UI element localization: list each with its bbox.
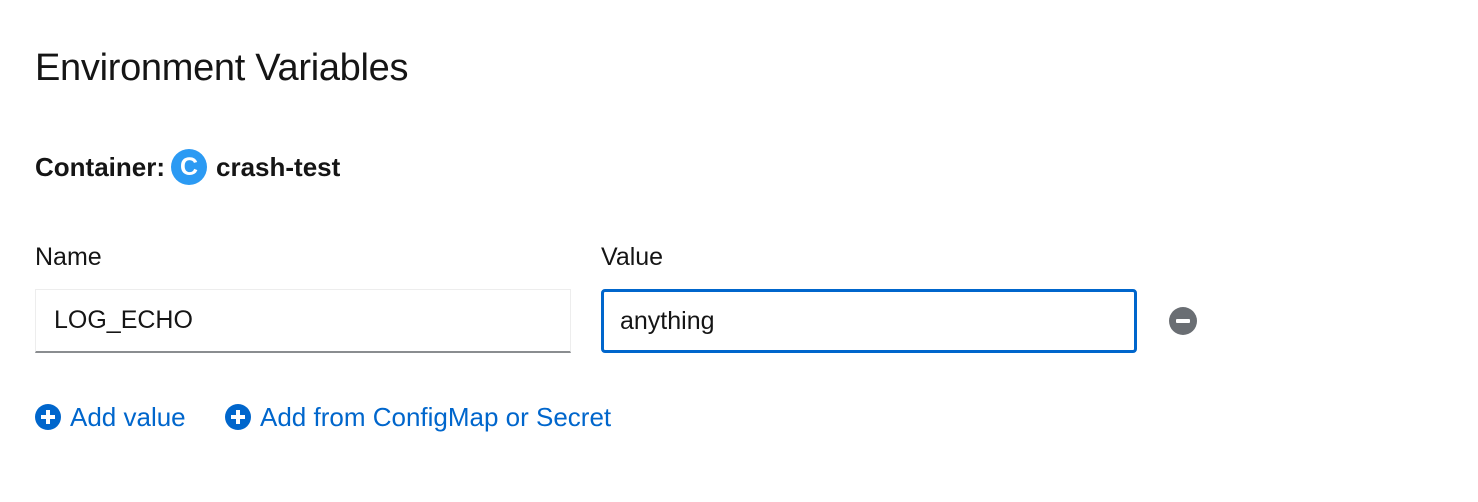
add-from-configmap-button[interactable]: Add from ConfigMap or Secret <box>225 398 611 436</box>
environment-variables-page: Environment Variables Container: C crash… <box>0 0 1478 502</box>
env-name-input[interactable] <box>35 289 571 353</box>
add-value-button[interactable]: Add value <box>35 398 186 436</box>
minus-circle-icon <box>1176 319 1190 323</box>
name-column-header: Name <box>35 243 102 271</box>
plus-circle-icon <box>35 404 61 430</box>
env-value-input[interactable] <box>601 289 1137 353</box>
container-label: Container: <box>35 151 165 182</box>
remove-row-button[interactable] <box>1169 307 1197 335</box>
value-column-header: Value <box>601 243 664 271</box>
add-from-configmap-label: Add from ConfigMap or Secret <box>260 401 612 432</box>
page-title: Environment Variables <box>35 47 409 89</box>
plus-circle-icon <box>225 404 251 430</box>
container-info: Container: C crash-test <box>35 149 340 185</box>
container-name: crash-test <box>216 151 341 182</box>
container-badge-icon: C <box>171 149 207 185</box>
add-value-label: Add value <box>70 401 186 432</box>
